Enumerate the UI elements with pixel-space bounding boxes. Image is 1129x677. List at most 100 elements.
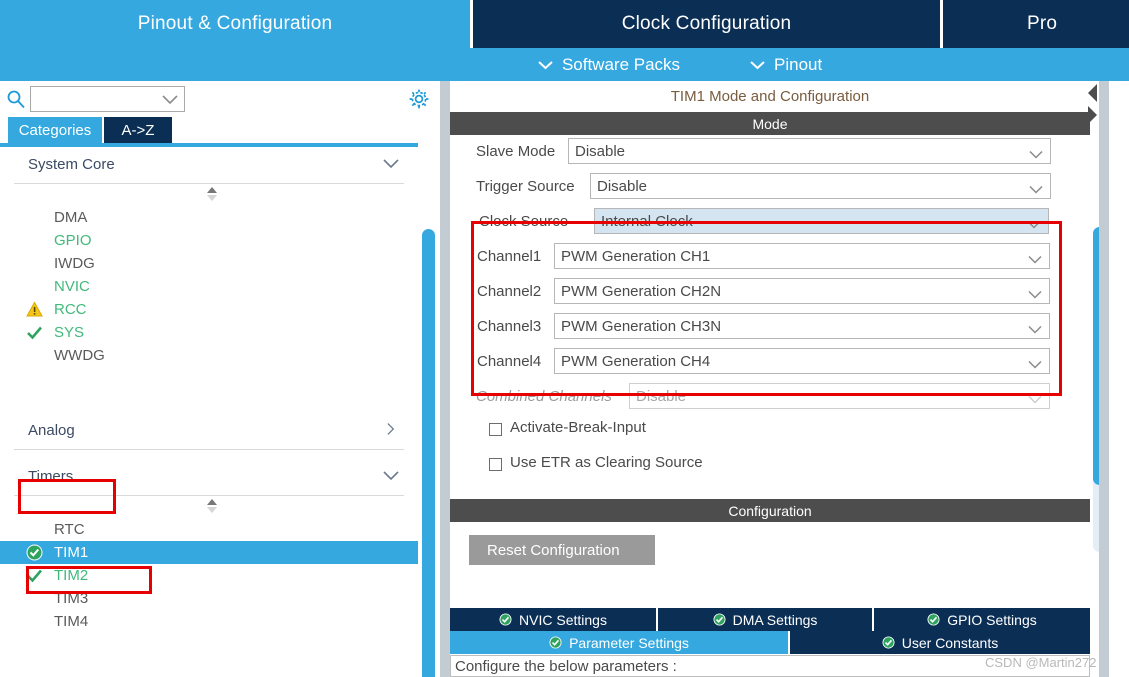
component-tree-panel: Categories A->Z System Core DMA GPIO IWD… (0, 81, 440, 677)
reset-configuration-button-label: Reset Configuration (487, 541, 620, 559)
tree-item-sys-label: SYS (54, 324, 85, 341)
tree-item-wwdg[interactable]: WWDG (0, 344, 418, 367)
section-header-configuration: Configuration (450, 499, 1090, 522)
menu-pinout-label: Pinout (774, 54, 823, 74)
tree-item-dma[interactable]: DMA (0, 206, 418, 229)
gear-icon[interactable] (408, 88, 430, 110)
select-channel1[interactable]: PWM Generation CH1 (554, 243, 1050, 269)
chevron-down-icon (750, 60, 765, 70)
tree-item-rcc[interactable]: RCC (0, 298, 418, 321)
search-input[interactable] (30, 86, 185, 112)
check-icon (26, 324, 43, 341)
checkbox-row-use-etr-clearing-source[interactable]: Use ETR as Clearing Source (450, 450, 1090, 485)
tree-item-tim3-label: TIM3 (54, 590, 89, 607)
tab-project-manager[interactable]: Pro (943, 0, 1129, 48)
tab-parameter-settings-label: Parameter Settings (569, 634, 689, 651)
tree-group-system-core[interactable]: System Core (14, 147, 404, 184)
field-row-channel4: Channel4 PWM Generation CH4 (450, 345, 1090, 380)
tab-categories[interactable]: Categories (8, 117, 102, 143)
tree-group-timers[interactable]: Timers (14, 459, 404, 496)
configuration-panel: TIM1 Mode and Configuration Mode Slave M… (450, 81, 1129, 677)
field-row-channel2: Channel2 PWM Generation CH2N (450, 275, 1090, 310)
chevron-down-icon (1028, 251, 1042, 269)
field-row-clock-source: Clock Source Internal Clock (450, 205, 1090, 240)
tree-group-analog-label: Analog (28, 422, 75, 439)
tree-item-tim4[interactable]: TIM4 (0, 610, 418, 633)
tree-group-analog[interactable]: Analog (14, 413, 404, 450)
configuration-tabs-row-2: Parameter Settings User Constants (450, 631, 1090, 654)
warning-icon (26, 301, 43, 318)
tree-item-nvic[interactable]: NVIC (0, 275, 418, 298)
select-channel3[interactable]: PWM Generation CH3N (554, 313, 1050, 339)
check-circle-icon (882, 636, 895, 649)
menu-software-packs[interactable]: Software Packs (470, 48, 748, 81)
tree-item-tim2[interactable]: TIM2 (0, 564, 418, 587)
field-row-trigger-source: Trigger Source Disable (450, 170, 1090, 205)
reset-configuration-button[interactable]: Reset Configuration (469, 535, 655, 565)
chevron-down-icon (1027, 216, 1041, 234)
tab-dma-settings[interactable]: DMA Settings (658, 608, 874, 631)
field-row-channel1: Channel1 PWM Generation CH1 (450, 240, 1090, 275)
checkbox-use-etr-clearing-source-label: Use ETR as Clearing Source (510, 454, 703, 471)
tree-item-iwdg[interactable]: IWDG (0, 252, 418, 275)
label-trigger-source: Trigger Source (476, 178, 575, 195)
tree-scroll-up-spinner-timers[interactable] (0, 496, 418, 518)
sidebar-scrollbar-thumb[interactable] (422, 229, 435, 677)
panel-collapse-arrows[interactable] (1085, 82, 1099, 126)
tree-item-rcc-label: RCC (54, 301, 87, 318)
tree-item-tim2-label: TIM2 (54, 567, 89, 584)
checkbox-activate-break-input[interactable] (489, 423, 502, 436)
checkbox-use-etr-clearing-source[interactable] (489, 458, 502, 471)
select-clock-source-value: Internal Clock (601, 213, 693, 230)
panel-divider[interactable] (440, 81, 450, 677)
tree-item-tim4-label: TIM4 (54, 613, 89, 630)
tab-user-constants[interactable]: User Constants (790, 631, 1090, 654)
tree-item-gpio[interactable]: GPIO (0, 229, 418, 252)
tree-mode-tabs: Categories A->Z (0, 117, 440, 143)
select-combined-channels-value: Disable (636, 388, 687, 405)
select-slave-mode[interactable]: Disable (568, 138, 1051, 164)
peripheral-tree[interactable]: System Core DMA GPIO IWDG NVIC RCC SYS W… (0, 147, 418, 677)
chevron-down-icon (1029, 146, 1043, 164)
top-tab-bar: Pinout & Configuration Clock Configurati… (0, 0, 1129, 48)
tab-gpio-settings[interactable]: GPIO Settings (874, 608, 1090, 631)
select-channel4-value: PWM Generation CH4 (561, 353, 711, 370)
mode-body: Slave Mode Disable Trigger Source Disabl… (450, 135, 1090, 499)
tab-clock-configuration[interactable]: Clock Configuration (470, 0, 943, 48)
tab-pinout-and-configuration[interactable]: Pinout & Configuration (0, 0, 470, 48)
select-clock-source[interactable]: Internal Clock (594, 208, 1049, 234)
tree-scroll-up-spinner[interactable] (0, 184, 418, 206)
tab-project-manager-label: Pro (1027, 13, 1058, 34)
tab-categories-label: Categories (18, 121, 92, 139)
select-channel2[interactable]: PWM Generation CH2N (554, 278, 1050, 304)
select-trigger-source-value: Disable (597, 178, 648, 195)
menu-software-packs-label: Software Packs (561, 54, 681, 74)
select-combined-channels: Disable (629, 383, 1050, 409)
tree-item-rtc[interactable]: RTC (0, 518, 418, 541)
tree-item-sys[interactable]: SYS (0, 321, 418, 344)
section-header-configuration-label: Configuration (728, 502, 812, 519)
tab-nvic-settings[interactable]: NVIC Settings (450, 608, 658, 631)
check-circle-icon (927, 613, 940, 626)
chevron-down-icon (162, 92, 178, 110)
tab-a-to-z[interactable]: A->Z (104, 117, 172, 143)
check-circle-icon (499, 613, 512, 626)
tab-dma-settings-label: DMA Settings (732, 611, 818, 628)
search-icon (6, 89, 26, 109)
tree-item-tim1[interactable]: TIM1 (0, 541, 418, 564)
right-outer-margin (1109, 81, 1129, 677)
select-trigger-source[interactable]: Disable (590, 173, 1051, 199)
label-channel2: Channel2 (477, 283, 542, 300)
menu-pinout[interactable]: Pinout (748, 48, 948, 81)
tab-clock-configuration-label: Clock Configuration (621, 13, 792, 34)
spinner-up-down-icon (205, 186, 219, 207)
stm32cubemx-window: Pinout & Configuration Clock Configurati… (0, 0, 1129, 677)
tab-parameter-settings[interactable]: Parameter Settings (450, 631, 790, 654)
select-channel4[interactable]: PWM Generation CH4 (554, 348, 1050, 374)
page-title: TIM1 Mode and Configuration (450, 81, 1090, 112)
checkbox-row-activate-break-input[interactable]: Activate-Break-Input (450, 415, 1090, 450)
label-combined-channels: Combined Channels (476, 388, 612, 405)
label-channel1: Channel1 (477, 248, 542, 265)
tree-item-nvic-label: NVIC (54, 278, 90, 295)
tree-item-tim3[interactable]: TIM3 (0, 587, 418, 610)
